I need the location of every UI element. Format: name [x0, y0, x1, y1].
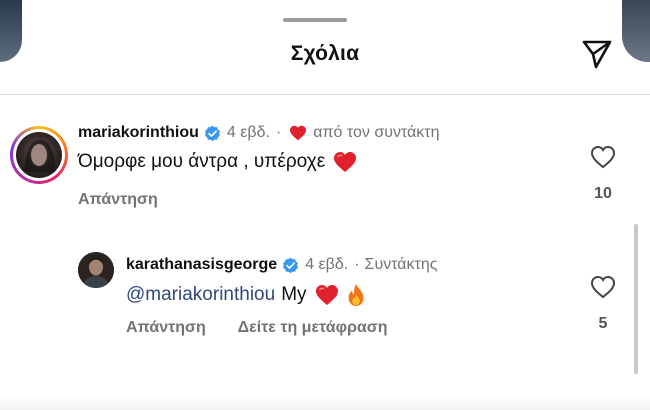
see-translation-button[interactable]: Δείτε τη μετάφραση	[238, 319, 388, 336]
meta-separator: ·	[275, 124, 282, 141]
bottom-edge	[0, 396, 650, 410]
avatar-photo	[16, 132, 62, 178]
reply-meta: karathanasisgeorge 4 εβδ. · Συντάκτης	[126, 256, 437, 274]
avatar-mariakorinthiou[interactable]	[10, 126, 68, 184]
header-divider	[0, 94, 650, 95]
liked-by-author-label: από τον συντάκτη	[313, 124, 440, 141]
comment-text: Όμορφε μου άντρα , υπέροχε	[78, 151, 357, 173]
scrollbar[interactable]	[634, 224, 638, 374]
comment-age: 4 εβδ.	[226, 124, 270, 141]
page-title: Σχόλια	[290, 42, 360, 65]
meta-separator: ·	[354, 256, 360, 273]
fire-emoji-icon	[348, 283, 363, 307]
avatar-karathanasisgeorge[interactable]	[78, 252, 114, 288]
like-heart-icon[interactable]	[590, 145, 616, 169]
send-button[interactable]	[580, 37, 614, 71]
verified-badge-icon	[283, 257, 299, 273]
red-heart-emoji-icon	[315, 285, 338, 305]
author-badge-label: Συντάκτης	[364, 256, 438, 273]
sheet-grabber-handle[interactable]	[283, 18, 347, 22]
reply-button[interactable]: Απάντηση	[78, 191, 158, 208]
reply-text: @mariakorinthiou My	[126, 283, 367, 307]
like-count: 5	[598, 315, 608, 332]
reply-actions: Απάντηση Δείτε τη μετάφραση	[126, 319, 415, 337]
red-heart-emoji-icon	[334, 152, 357, 172]
comment-meta: mariakorinthiou 4 εβδ. · από τον συντάκτ…	[78, 124, 440, 142]
verified-badge-icon	[204, 125, 220, 141]
reply-username[interactable]: karathanasisgeorge	[126, 256, 277, 274]
like-heart-icon[interactable]	[590, 275, 616, 299]
reply-age: 4 εβδ.	[305, 256, 349, 273]
paper-plane-icon	[582, 40, 612, 69]
comment-actions: Απάντηση	[78, 191, 186, 209]
comment-body: Όμορφε μου άντρα , υπέροχε	[78, 151, 326, 172]
reply-body: My	[281, 284, 307, 305]
reply-button[interactable]: Απάντηση	[126, 319, 206, 336]
comments-sheet: Σχόλια mariakorinthiou 4 εβδ. · από τον …	[0, 0, 650, 410]
heart-icon	[290, 125, 307, 141]
like-count: 10	[594, 185, 612, 202]
comment-username[interactable]: mariakorinthiou	[78, 124, 199, 142]
mention-link[interactable]: @mariakorinthiou	[126, 284, 275, 306]
